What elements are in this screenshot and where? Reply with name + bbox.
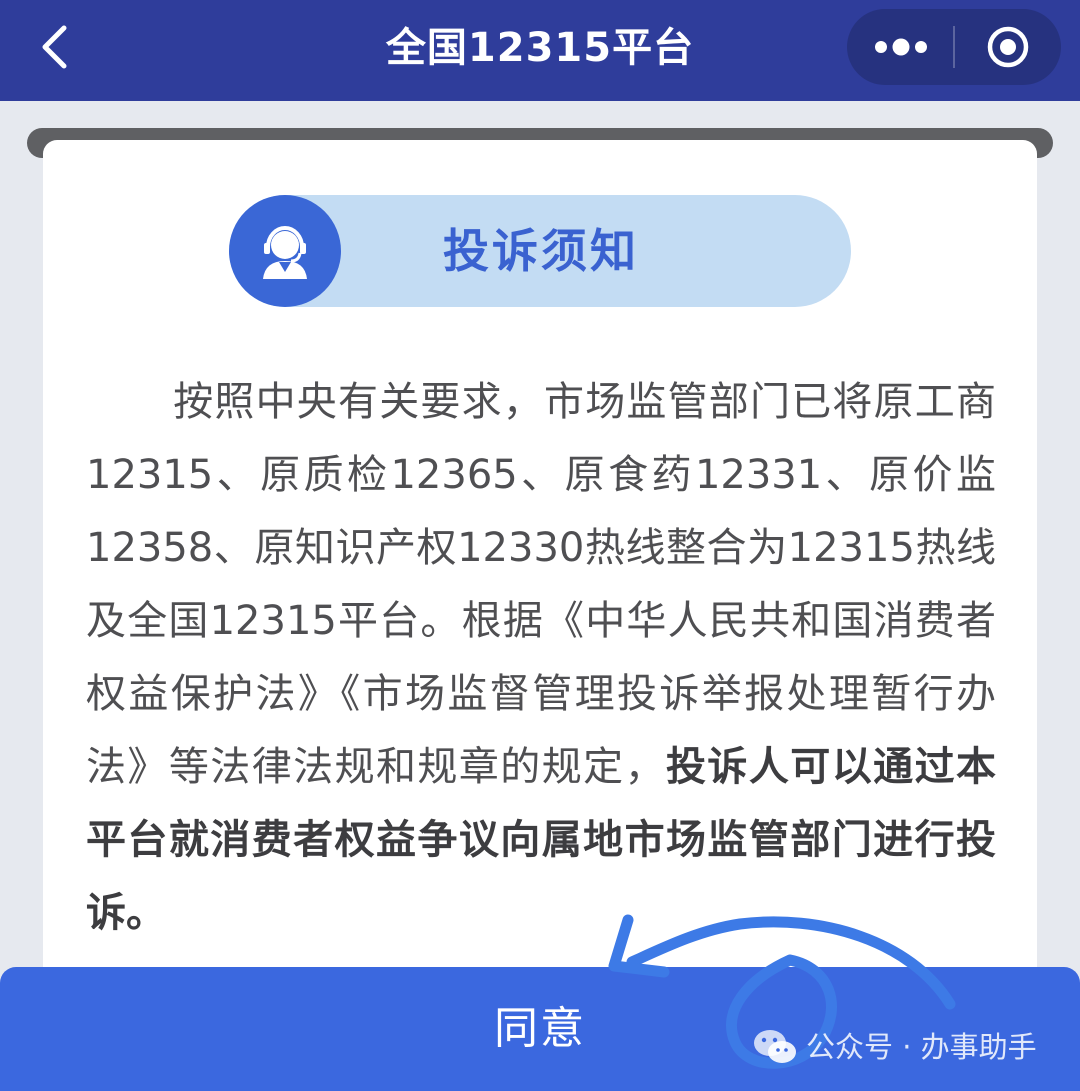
more-dots-icon <box>875 38 927 56</box>
notice-paragraph: 按照中央有关要求，市场监管部门已将原工商12315、原质检12365、原食药12… <box>86 366 996 950</box>
more-button[interactable] <box>847 9 953 85</box>
chevron-left-icon <box>42 25 67 69</box>
page-title: 全国12315平台 <box>385 25 695 71</box>
customer-service-icon <box>263 226 307 279</box>
avatar <box>229 195 341 307</box>
back-button[interactable] <box>26 18 86 78</box>
agree-button[interactable] <box>0 967 1080 1091</box>
target-circle-icon <box>987 26 1029 68</box>
close-miniprogram-button[interactable] <box>955 9 1061 85</box>
notice-text: 按照中央有关要求，市场监管部门已将原工商12315、原质检12365、原食药12… <box>86 379 996 790</box>
miniprogram-capsule <box>847 9 1061 85</box>
top-navigation-bar: 全国12315平台 <box>0 0 1080 101</box>
notice-title: 投诉须知 <box>443 224 639 278</box>
